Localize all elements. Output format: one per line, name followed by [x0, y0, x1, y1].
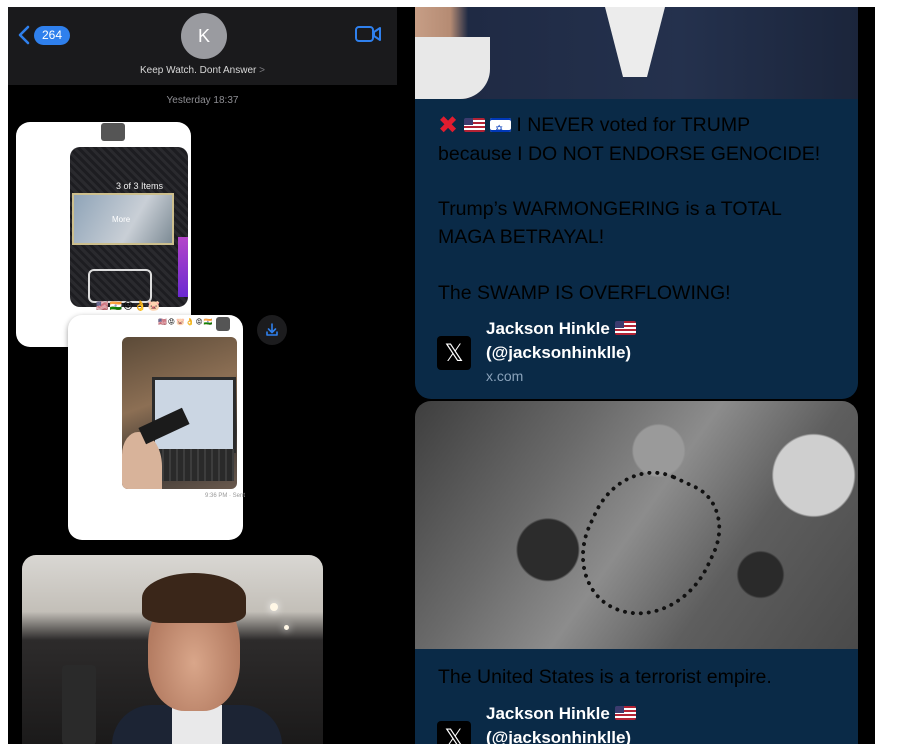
ceiling-light: [284, 625, 289, 630]
thumbnail: [101, 123, 125, 141]
keyboard: [150, 449, 234, 481]
x-logo-icon: 𝕏: [437, 336, 471, 370]
contact-name-label: Keep Watch. Dont Answer: [140, 65, 257, 76]
us-flag-icon: [463, 118, 485, 132]
accent-bar: [178, 237, 188, 297]
attachment-preview: 3 of 3 Items More: [70, 147, 188, 307]
conversation-header: 264 K Keep Watch. Dont Answer >: [8, 7, 397, 85]
video-call-button[interactable]: [354, 24, 382, 49]
gamepad-icon: [88, 269, 152, 303]
contact-name[interactable]: Keep Watch. Dont Answer >: [8, 65, 397, 76]
video-camera-icon: [355, 26, 381, 42]
author-handle: (@jacksonhinklle): [486, 728, 632, 744]
message-timestamp: Yesterday 18:37: [166, 95, 239, 106]
tweet-text: ✖ I NEVER voted for TRUMP because I DO N…: [438, 111, 820, 168]
emoji-row: 🇺🇸😡🐷👌😡🇮🇳: [158, 319, 214, 326]
tweet-line: ✖ I NEVER voted for TRUMP: [438, 111, 820, 144]
sleeve: [415, 37, 490, 99]
pistol: [62, 665, 96, 744]
feed-panel: ✖ I NEVER voted for TRUMP because I DO N…: [397, 7, 875, 744]
author-name-label: Jackson Hinkle: [486, 704, 610, 723]
x-logo-icon: 𝕏: [437, 721, 471, 744]
ceiling-light: [270, 603, 278, 611]
tweet-line-2: because I DO NOT ENDORSE GENOCIDE!: [438, 143, 821, 165]
tweet-line-3: Trump’s WARMONGERING is a TOTAL: [438, 198, 782, 220]
contact-avatar[interactable]: K: [181, 13, 227, 59]
tweet-text: The SWAMP IS OVERFLOWING!: [438, 282, 731, 304]
unread-count-badge: 264: [34, 25, 71, 45]
tweet-line-4: MAGA BETRAYAL!: [438, 226, 605, 248]
author-name: Jackson Hinkle: [486, 317, 636, 341]
download-icon: [266, 323, 278, 336]
israel-flag-icon: [489, 116, 511, 144]
thumbnail: [216, 317, 230, 331]
tweet-text: The United States is a terrorist empire.: [438, 666, 772, 688]
preview-image: More: [72, 193, 174, 245]
post-image[interactable]: [415, 7, 858, 99]
post-image[interactable]: [415, 401, 858, 649]
items-count: 3 of 3 Items: [116, 181, 164, 191]
us-flag-icon: [614, 706, 636, 720]
photo-attachment[interactable]: [22, 555, 323, 744]
messages-panel: 264 K Keep Watch. Dont Answer > Yesterda…: [8, 7, 397, 744]
shirt: [605, 7, 665, 77]
attachment-photo: [122, 337, 237, 489]
red-cross-icon: ✖: [438, 112, 459, 139]
save-attachment-button[interactable]: [257, 315, 287, 345]
sent-label: 9:36 PM · Sent: [205, 493, 246, 499]
vehicle-column: [559, 450, 739, 640]
author-name: Jackson Hinkle: [486, 702, 636, 726]
more-label: More: [112, 215, 131, 224]
author-name-label: Jackson Hinkle: [486, 319, 610, 338]
hair: [142, 573, 246, 623]
link-domain: x.com: [486, 368, 524, 384]
author-handle: (@jacksonhinklle): [486, 343, 632, 362]
chevron-right-icon: >: [259, 65, 265, 76]
back-button[interactable]: 264: [18, 23, 71, 47]
emoji-row: 🇺🇸🇮🇳😡👌🐷: [96, 301, 162, 312]
chevron-left-icon: [18, 25, 30, 45]
us-flag-icon: [614, 321, 636, 335]
tweet-text: Trump’s WARMONGERING is a TOTAL MAGA BET…: [438, 195, 782, 251]
tweet-line-1: I NEVER voted for TRUMP: [510, 114, 751, 136]
